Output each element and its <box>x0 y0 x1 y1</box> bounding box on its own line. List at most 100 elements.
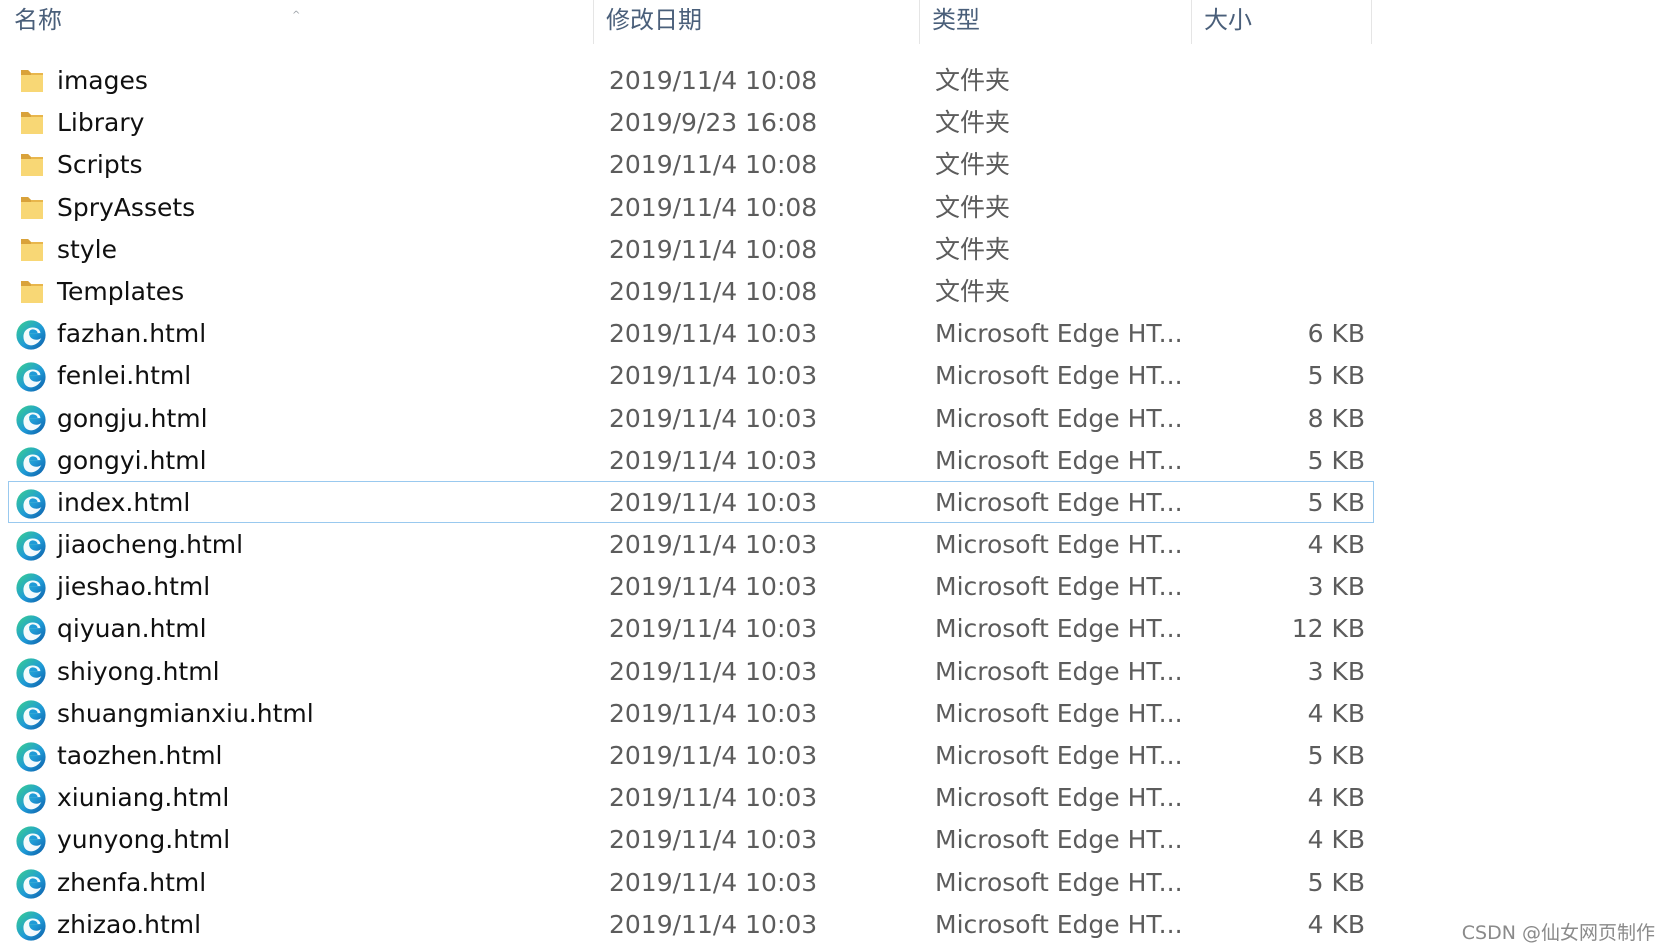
folder-row[interactable]: style 2019/11/4 10:08 文件夹 <box>8 228 1374 270</box>
file-type: Microsoft Edge HT... <box>935 867 1183 897</box>
folder-row[interactable]: images 2019/11/4 10:08 文件夹 <box>8 59 1374 101</box>
file-date-modified: 2019/11/4 10:08 <box>609 276 818 306</box>
file-row[interactable]: index.html 2019/11/4 10:03 Microsoft Edge … <box>8 480 1374 524</box>
file-size: 4 KB <box>1307 783 1365 813</box>
file-name: qiyuan.html <box>57 614 207 644</box>
file-name: Scripts <box>57 150 143 180</box>
file-date-modified: 2019/11/4 10:03 <box>609 403 818 433</box>
edge-icon <box>15 910 49 941</box>
file-type: Microsoft Edge HT... <box>935 403 1183 433</box>
folder-row[interactable]: Templates 2019/11/4 10:08 文件夹 <box>8 270 1374 312</box>
file-row[interactable]: shuangmianxiu.html 2019/11/4 10:03 Microso… <box>8 692 1374 734</box>
file-name: SpryAssets <box>57 192 196 222</box>
file-type: Microsoft Edge HT... <box>935 530 1183 560</box>
file-row[interactable]: zhenfa.html 2019/11/4 10:03 Microsoft Edge… <box>8 861 1374 903</box>
file-row[interactable]: shiyong.html 2019/11/4 10:03 Microsoft Edg… <box>8 650 1374 692</box>
file-date-modified: 2019/11/4 10:08 <box>609 192 818 222</box>
file-size <box>1205 229 1365 271</box>
file-date-modified: 2019/11/4 10:03 <box>609 445 818 475</box>
file-type: 文件夹 <box>935 192 1011 222</box>
file-date-modified: 2019/11/4 10:03 <box>609 572 818 602</box>
file-type: Microsoft Edge HT... <box>935 487 1183 517</box>
file-size: 3 KB <box>1307 656 1365 686</box>
file-type: 文件夹 <box>935 276 1011 306</box>
file-name: Library <box>57 108 145 138</box>
file-name: zhizao.html <box>57 909 202 939</box>
column-header-type[interactable]: 类型 <box>920 0 1192 44</box>
file-list: images 2019/11/4 10:08 文件夹 Library 2019/9/2… <box>0 59 1374 945</box>
edge-icon <box>15 699 49 730</box>
column-header-date-modified[interactable]: 修改日期 <box>594 0 920 44</box>
folder-icon <box>15 193 49 223</box>
edge-icon <box>15 488 49 519</box>
file-explorer-view: 名称 ^ 修改日期 类型 大小 images 2019/11/4 10:08 文件夹… <box>0 0 1669 951</box>
file-size: 6 KB <box>1307 319 1365 349</box>
file-size: 4 KB <box>1307 698 1365 728</box>
file-name: index.html <box>57 487 191 517</box>
column-header-size-label: 大小 <box>1204 6 1252 34</box>
file-date-modified: 2019/11/4 10:03 <box>609 656 818 686</box>
file-type: Microsoft Edge HT... <box>935 614 1183 644</box>
file-date-modified: 2019/11/4 10:08 <box>609 150 818 180</box>
file-size <box>1205 144 1365 186</box>
file-type: Microsoft Edge HT... <box>935 572 1183 602</box>
edge-icon <box>15 446 49 477</box>
file-name: images <box>57 66 148 95</box>
column-header-bar: 名称 ^ 修改日期 类型 大小 <box>0 0 1372 44</box>
column-header-size[interactable]: 大小 <box>1192 0 1372 44</box>
file-size: 5 KB <box>1307 741 1365 770</box>
file-type: Microsoft Edge HT... <box>935 783 1183 813</box>
file-row[interactable]: xiuniang.html 2019/11/4 10:03 Microsoft Ed… <box>8 776 1374 818</box>
sort-ascending-icon: ^ <box>292 10 301 21</box>
file-name: shiyong.html <box>57 656 220 686</box>
file-row[interactable]: fazhan.html 2019/11/4 10:03 Microsoft Edge… <box>8 312 1374 354</box>
column-header-type-label: 类型 <box>932 6 980 34</box>
column-header-name[interactable]: 名称 ^ <box>2 0 594 44</box>
file-row[interactable]: gongyi.html 2019/11/4 10:03 Microsoft Edge… <box>8 439 1374 481</box>
folder-row[interactable]: Scripts 2019/11/4 10:08 文件夹 <box>8 143 1374 185</box>
file-size: 5 KB <box>1307 361 1365 391</box>
file-size <box>1205 187 1365 229</box>
file-size: 4 KB <box>1307 909 1365 939</box>
edge-icon <box>15 319 49 350</box>
file-date-modified: 2019/11/4 10:03 <box>609 698 818 728</box>
file-size: 5 KB <box>1307 445 1365 475</box>
file-type: 文件夹 <box>935 150 1011 180</box>
file-type: Microsoft Edge HT... <box>935 319 1183 349</box>
file-row[interactable]: qiyuan.html 2019/11/4 10:03 Microsoft Edge… <box>8 607 1374 649</box>
file-type: Microsoft Edge HT... <box>935 656 1183 686</box>
file-size <box>1205 60 1365 102</box>
file-type: 文件夹 <box>935 234 1011 264</box>
file-date-modified: 2019/11/4 10:03 <box>609 614 818 644</box>
file-name: jiaocheng.html <box>57 530 244 560</box>
file-type: Microsoft Edge HT... <box>935 445 1183 475</box>
file-size: 4 KB <box>1307 530 1365 560</box>
file-row[interactable]: gongju.html 2019/11/4 10:03 Microsoft Edge… <box>8 397 1374 439</box>
column-header-name-label: 名称 <box>14 6 62 34</box>
file-type: Microsoft Edge HT... <box>935 361 1183 391</box>
file-name: taozhen.html <box>57 741 223 770</box>
file-type: Microsoft Edge HT... <box>935 909 1183 939</box>
file-row[interactable]: yunyong.html 2019/11/4 10:03 Microsoft Edg… <box>8 818 1374 860</box>
file-date-modified: 2019/11/4 10:03 <box>609 487 818 517</box>
folder-icon <box>15 150 49 180</box>
file-row[interactable]: jiaocheng.html 2019/11/4 10:03 Microsoft E… <box>8 523 1374 565</box>
file-row[interactable]: taozhen.html 2019/11/4 10:03 Microsoft Edg… <box>8 734 1374 776</box>
file-row[interactable]: zhizao.html 2019/11/4 10:03 Microsoft Edge… <box>8 903 1374 945</box>
folder-icon <box>15 108 49 138</box>
file-name: shuangmianxiu.html <box>57 698 314 728</box>
folder-row[interactable]: SpryAssets 2019/11/4 10:08 文件夹 <box>8 186 1374 228</box>
file-name: gongju.html <box>57 403 208 433</box>
edge-icon <box>15 657 49 688</box>
folder-row[interactable]: Library 2019/9/23 16:08 文件夹 <box>8 101 1374 143</box>
file-date-modified: 2019/11/4 10:03 <box>609 530 818 560</box>
column-divider[interactable] <box>1371 0 1372 44</box>
file-size: 5 KB <box>1307 487 1365 517</box>
file-row[interactable]: jieshao.html 2019/11/4 10:03 Microsoft Edg… <box>8 565 1374 607</box>
file-name: jieshao.html <box>57 572 211 602</box>
file-row[interactable]: fenlei.html 2019/11/4 10:03 Microsoft Edge… <box>8 354 1374 396</box>
file-date-modified: 2019/11/4 10:08 <box>609 66 818 95</box>
file-date-modified: 2019/11/4 10:03 <box>609 825 818 855</box>
file-date-modified: 2019/11/4 10:03 <box>609 783 818 813</box>
folder-icon <box>15 235 49 265</box>
